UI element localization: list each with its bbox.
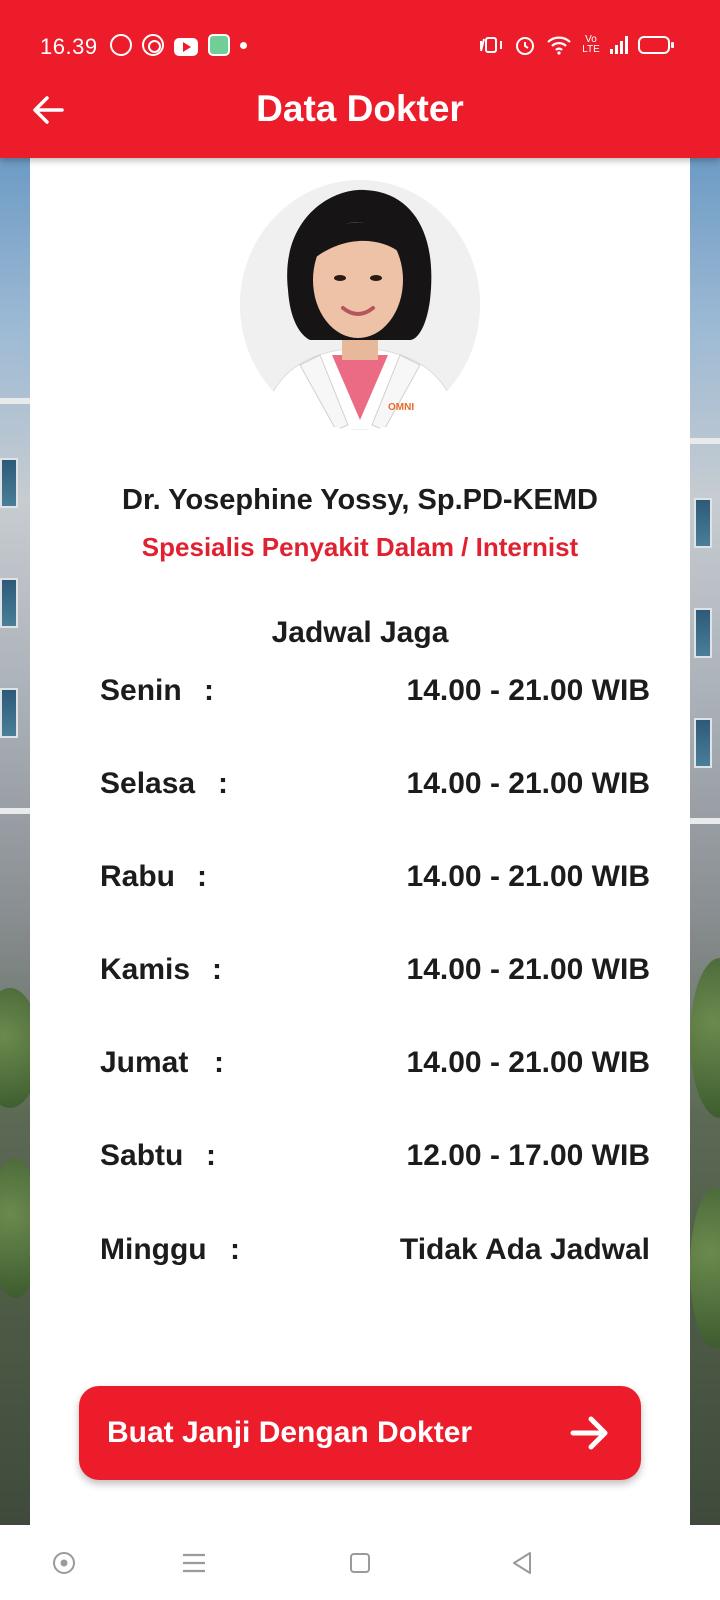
schedule-separator: : [212, 953, 222, 986]
app-icon [208, 34, 230, 56]
schedule-row: Minggu : Tidak Ada Jadwal [100, 1233, 650, 1273]
home-button[interactable] [342, 1545, 378, 1581]
home-square-icon [350, 1553, 370, 1573]
schedule-separator: : [197, 860, 207, 893]
status-icons-left [110, 34, 247, 56]
schedule-day: Kamis [100, 953, 191, 986]
schedule-separator: : [206, 1139, 216, 1172]
assistant-button[interactable] [46, 1545, 82, 1581]
schedule-day: Rabu [100, 860, 175, 893]
make-appointment-button[interactable]: Buat Janji Dengan Dokter [79, 1386, 641, 1480]
alarm-icon [516, 37, 534, 55]
schedule-time: 14.00 - 21.00 WIB [406, 767, 650, 800]
make-appointment-label: Buat Janji Dengan Dokter [107, 1416, 473, 1449]
schedule-time: 14.00 - 21.00 WIB [406, 674, 650, 707]
schedule-row: Selasa : 14.00 - 21.00 WIB [100, 767, 650, 807]
back-triangle-icon [513, 1552, 531, 1574]
schedule-day: Selasa [100, 767, 196, 800]
schedule-day: Senin [100, 674, 182, 707]
arrow-right-icon [570, 1416, 608, 1450]
schedule-time: 14.00 - 21.00 WIB [406, 1046, 650, 1079]
signal-icon [610, 36, 628, 54]
doctor-card: OMNI Dr. Yosephine Yossy, Sp.PD-KEMD Spe… [30, 158, 690, 1525]
wifi-icon [547, 36, 571, 55]
system-nav-bar [0, 1525, 720, 1600]
app-header: 16.39 Vo LTE Data Dokter [0, 0, 720, 158]
schedule-row: Sabtu : 12.00 - 17.00 WIB [100, 1139, 650, 1179]
schedule-day: Minggu [100, 1233, 207, 1266]
menu-button[interactable] [176, 1545, 212, 1581]
status-icons-right: Vo LTE [478, 34, 674, 56]
schedule-row: Rabu : 14.00 - 21.00 WIB [100, 860, 650, 900]
schedule-time: Tidak Ada Jadwal [399, 1233, 650, 1266]
schedule-row: Senin : 14.00 - 21.00 WIB [100, 674, 650, 714]
volte-icon: Vo LTE [582, 34, 600, 55]
schedule-separator: : [204, 674, 214, 707]
schedule-row: Kamis : 14.00 - 21.00 WIB [100, 953, 650, 993]
status-time: 16.39 [40, 34, 98, 59]
chat-ring-icon [142, 34, 164, 56]
schedule-day: Jumat [100, 1046, 189, 1079]
menu-icon [183, 1553, 205, 1573]
doctor-specialty: Spesialis Penyakit Dalam / Internist [141, 532, 579, 562]
schedule-time: 12.00 - 17.00 WIB [406, 1139, 650, 1172]
whatsapp-icon [110, 34, 132, 56]
doctor-photo: OMNI [240, 180, 480, 430]
back-nav-button[interactable] [504, 1545, 540, 1581]
schedule-time: 14.00 - 21.00 WIB [406, 860, 650, 893]
assistant-icon [53, 1552, 75, 1574]
notification-dot-icon [240, 41, 247, 49]
schedule-separator: : [230, 1233, 240, 1266]
schedule-separator: : [218, 767, 228, 800]
schedule-day: Sabtu [100, 1139, 184, 1172]
vibrate-icon [480, 37, 502, 53]
schedule-separator: : [214, 1046, 224, 1079]
youtube-icon [174, 38, 198, 56]
coat-logo: OMNI [388, 402, 414, 413]
battery-icon [638, 36, 674, 54]
schedule-title: Jadwal Jaga [271, 616, 449, 649]
schedule-row: Jumat : 14.00 - 21.00 WIB [100, 1046, 650, 1086]
doctor-name: Dr. Yosephine Yossy, Sp.PD-KEMD [122, 484, 598, 516]
page-title: Data Dokter [256, 88, 464, 129]
schedule-time: 14.00 - 21.00 WIB [406, 953, 650, 986]
